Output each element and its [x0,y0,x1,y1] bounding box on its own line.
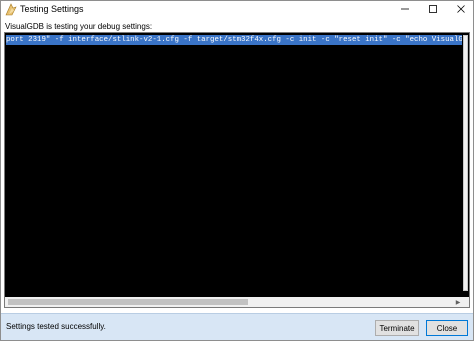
vertical-scrollbar-thumb[interactable] [463,35,468,291]
console-output[interactable]: port 2319" -f interface/stlink-v2-1.cfg … [4,32,470,308]
close-button[interactable]: Close [426,320,468,336]
footer-bar: Settings tested successfully. Terminate … [1,313,473,340]
horizontal-scrollbar-thumb[interactable] [8,299,248,305]
maximize-icon [428,1,438,19]
status-message: Settings tested successfully. [6,322,106,331]
resize-grip-icon[interactable] [466,333,472,339]
minimize-icon [400,1,410,19]
title-bar[interactable]: Testing Settings [1,1,473,18]
minimize-button[interactable] [391,1,419,18]
close-window-button[interactable] [447,1,473,19]
scrollbar-corner [461,297,469,307]
terminate-button[interactable]: Terminate [375,320,419,336]
vertical-scrollbar[interactable] [462,33,469,297]
testing-settings-window: Testing Settings VisualGDB is testing yo… [0,0,474,341]
console-line[interactable]: port 2319" -f interface/stlink-v2-1.cfg … [6,35,469,45]
close-icon [456,1,466,19]
horizontal-scrollbar[interactable]: ▶ [5,297,463,307]
maximize-button[interactable] [419,1,447,18]
visualgdb-app-icon [5,3,18,16]
status-prompt: VisualGDB is testing your debug settings… [5,22,153,31]
window-title: Testing Settings [20,4,84,14]
